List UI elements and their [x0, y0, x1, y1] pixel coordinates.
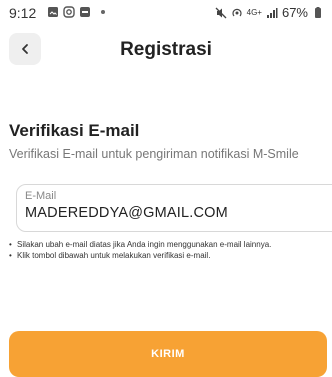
- instagram-icon: [63, 6, 75, 18]
- section-title: Verifikasi E-mail: [9, 121, 140, 140]
- note-item: • Silakan ubah e-mail diatas jika Anda in…: [9, 240, 272, 249]
- status-time: 9:12: [9, 5, 37, 21]
- status-right: 4G+ 67%: [215, 5, 324, 20]
- email-field[interactable]: E-Mail MADEREDDYA@GMAIL.COM: [16, 184, 332, 232]
- note-item: • Klik tombol dibawah untuk melakukan ver…: [9, 251, 211, 260]
- note-text: Silakan ubah e-mail diatas jika Anda ing…: [17, 240, 272, 249]
- mute-icon: [215, 7, 227, 18]
- submit-button-label: KIRIM: [151, 348, 185, 360]
- email-field-label: E-Mail: [25, 190, 57, 202]
- status-bar: 9:12 4G+ 67%: [0, 0, 332, 28]
- email-field-value[interactable]: MADEREDDYA@GMAIL.COM: [25, 205, 228, 221]
- submit-button[interactable]: KIRIM: [9, 331, 327, 377]
- gallery-icon: [48, 7, 58, 17]
- notification-icons: [47, 6, 105, 18]
- info-notes: • Silakan ubah e-mail diatas jika Anda in…: [9, 239, 332, 261]
- signal-icon: [266, 7, 278, 18]
- network-type: 4G+: [246, 8, 262, 17]
- note-text: Klik tombol dibawah untuk melakukan veri…: [17, 251, 211, 260]
- more-notifications-dot: [101, 10, 105, 14]
- battery-percent: 67%: [281, 5, 308, 20]
- section-subtitle: Verifikasi E-mail untuk pengiriman notif…: [9, 147, 299, 161]
- hotspot-icon: [232, 8, 242, 16]
- app-notification-icon: [80, 7, 90, 17]
- page-title: Registrasi: [120, 39, 212, 60]
- battery-icon: [315, 6, 321, 18]
